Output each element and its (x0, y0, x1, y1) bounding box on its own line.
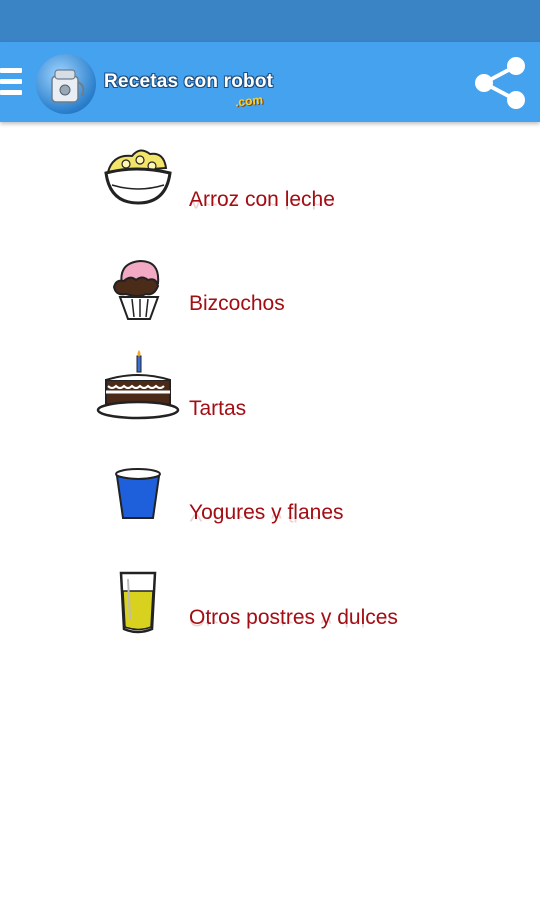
cake-icon (96, 348, 180, 438)
rice-bowl-icon (96, 139, 180, 229)
yogurt-cup-icon (96, 452, 180, 542)
list-item-yogures-y-flanes[interactable]: Yogures y flanes Yogures y flanes (96, 452, 516, 542)
item-label-reflection: Arroz con leche (189, 200, 335, 212)
item-label: Bizcochos (189, 292, 285, 315)
item-label: Tartas (189, 397, 247, 420)
list-item-tartas[interactable]: Tartas (96, 348, 516, 438)
glass-dessert-icon (96, 557, 180, 647)
app-bar: Recetas con robot .com (0, 42, 540, 122)
app-title-suffix: .com (234, 92, 264, 110)
share-icon[interactable] (470, 52, 532, 114)
list-item-otros-postres-y-dulces[interactable]: Otros postres y dulces Otros postres y d… (96, 557, 516, 647)
app-title: Recetas con robot (104, 71, 274, 92)
robot-logo-icon (36, 54, 96, 114)
app-logo: Recetas con robot .com (36, 54, 276, 114)
list-item-arroz-con-leche[interactable]: Arroz con leche Arroz con leche (96, 139, 516, 229)
cupcake-icon (96, 243, 180, 333)
list-item-bizcochos[interactable]: Bizcochos (96, 243, 516, 333)
status-bar (0, 0, 540, 42)
hamburger-menu-icon[interactable] (0, 64, 26, 102)
item-label-reflection: Yogures y flanes (189, 513, 344, 525)
item-label-reflection: Otros postres y dulces (189, 618, 398, 630)
